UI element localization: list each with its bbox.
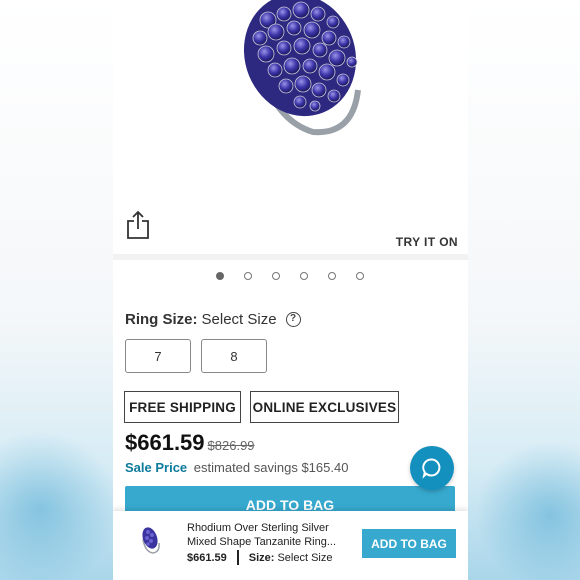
chat-button[interactable] bbox=[410, 446, 454, 490]
sticky-product-title: Rhodium Over Sterling Silver Mixed Shape… bbox=[187, 522, 336, 548]
chat-icon bbox=[422, 458, 441, 479]
original-price: $826.99 bbox=[207, 438, 255, 453]
carousel-dot[interactable] bbox=[328, 272, 336, 280]
sticky-add-to-bag-button[interactable]: ADD TO BAG bbox=[362, 529, 456, 558]
ring-size-prompt: Select Size bbox=[201, 311, 277, 328]
ring-size-label: Ring Size: bbox=[125, 311, 198, 328]
sticky-price-row: $661.59 Size: Select Size bbox=[187, 550, 332, 565]
sale-price: $661.59 bbox=[125, 430, 205, 455]
background-left bbox=[0, 0, 120, 580]
online-exclusives-badge: ONLINE EXCLUSIVES bbox=[250, 391, 399, 423]
carousel-dot[interactable] bbox=[216, 272, 224, 280]
sale-info: Sale Price estimated savings $165.40 bbox=[125, 460, 348, 475]
sticky-size-value[interactable]: Select Size bbox=[277, 552, 332, 564]
image-separator bbox=[113, 254, 468, 260]
product-image-area: TRY IT ON bbox=[113, 0, 468, 255]
carousel-dot[interactable] bbox=[300, 272, 308, 280]
share-icon[interactable] bbox=[125, 210, 151, 240]
size-option-8[interactable]: 8 bbox=[201, 339, 267, 373]
ring-size-row: Ring Size: Select Size ? bbox=[125, 311, 301, 328]
price-row: $661.59 $826.99 bbox=[125, 430, 255, 456]
sale-price-label: Sale Price bbox=[125, 460, 188, 475]
carousel-dot[interactable] bbox=[356, 272, 364, 280]
background-right bbox=[465, 0, 580, 580]
size-option-7[interactable]: 7 bbox=[125, 339, 191, 373]
product-image bbox=[243, 0, 361, 136]
estimated-savings: estimated savings $165.40 bbox=[193, 460, 349, 475]
sticky-price: $661.59 bbox=[187, 551, 227, 564]
free-shipping-badge: FREE SHIPPING bbox=[124, 391, 241, 423]
sticky-size-label: Size: bbox=[248, 551, 275, 564]
product-page: TRY IT ON Ring Size: Select Size ? 7 8 F… bbox=[113, 0, 468, 580]
sticky-add-to-bag-bar: Rhodium Over Sterling Silver Mixed Shape… bbox=[113, 511, 468, 580]
carousel-dot[interactable] bbox=[244, 272, 252, 280]
product-thumbnail bbox=[142, 527, 160, 554]
carousel-dot[interactable] bbox=[272, 272, 280, 280]
try-it-on-button[interactable]: TRY IT ON bbox=[396, 235, 458, 249]
help-icon[interactable]: ? bbox=[285, 312, 301, 327]
divider bbox=[236, 550, 239, 565]
